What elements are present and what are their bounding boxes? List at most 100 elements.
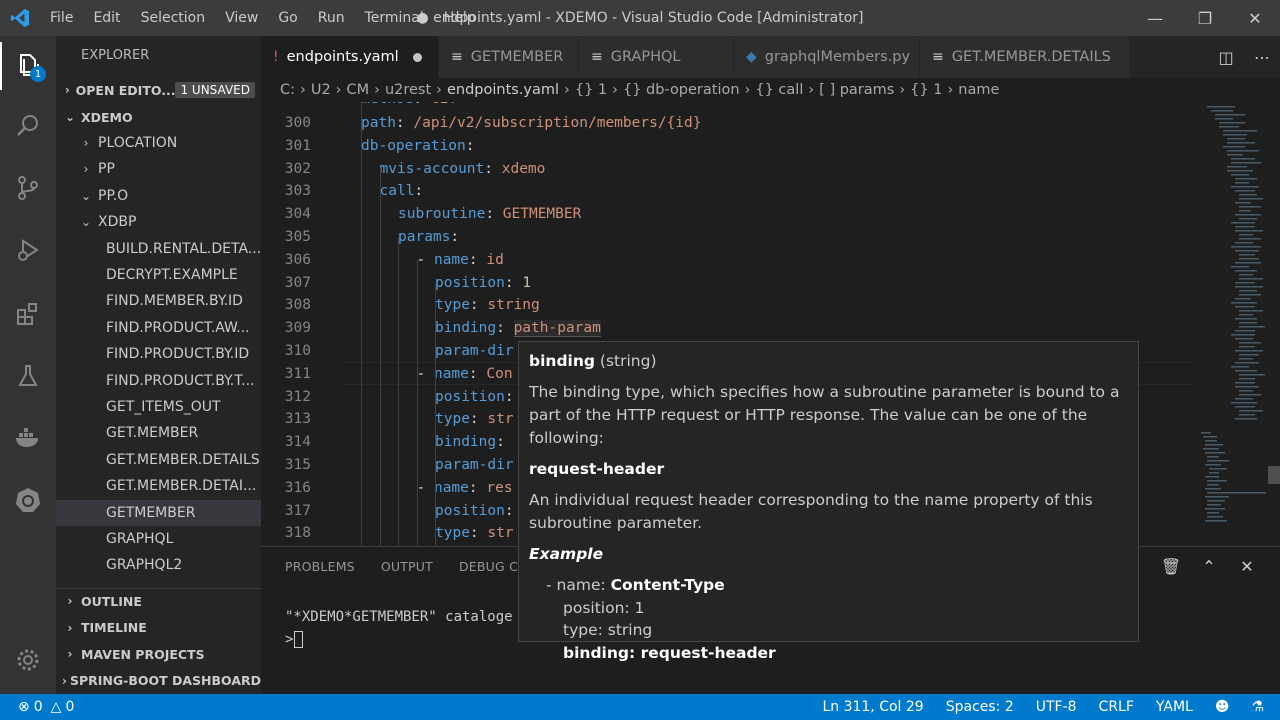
explorer-icon[interactable]: 1 — [0, 42, 56, 90]
bell-icon[interactable]: ⚗ — [1251, 699, 1264, 715]
breadcrumb-item[interactable]: {} 1 — [575, 82, 607, 98]
tree-item[interactable]: GET.MEMBER.DETAILS — [56, 447, 261, 473]
breadcrumb-item[interactable]: CM — [346, 82, 369, 98]
close-panel-icon[interactable]: ✕ — [1228, 557, 1266, 576]
breadcrumb-item[interactable]: name — [958, 82, 999, 98]
trash-icon[interactable]: 🗑 — [1152, 557, 1190, 576]
minimap[interactable] — [1197, 102, 1269, 546]
section-timeline[interactable]: › TIMELINE — [56, 615, 261, 641]
tab-getmember[interactable]: ≡ GETMEMBER — [439, 36, 579, 78]
line-number: 300 — [284, 115, 311, 131]
tree-item[interactable]: FIND.PRODUCT.BY.T... — [56, 368, 261, 394]
tree-item[interactable]: › PLOCATION — [56, 130, 261, 156]
more-actions-icon[interactable]: ⋯ — [1244, 48, 1280, 67]
tree-item[interactable]: GETMEMBER — [56, 499, 261, 526]
feedback-icon[interactable]: ☻ — [1215, 699, 1230, 715]
problems-status[interactable]: ⊗ 0 △ 0 — [18, 699, 74, 715]
breadcrumb-item[interactable]: [ ] params — [819, 82, 894, 98]
tree-item[interactable]: GET.MEMBER.DETAI... — [56, 473, 261, 499]
tree-item[interactable]: ⌄ XDBP — [56, 209, 261, 235]
tab-graphql[interactable]: ≡ GRAPHQL — [579, 36, 734, 78]
tree-item[interactable]: BUILD.RENTAL.DETA... — [56, 236, 261, 262]
line-endings[interactable]: CRLF — [1099, 699, 1134, 715]
kubernetes-icon[interactable] — [0, 476, 56, 524]
vscode-logo-icon — [0, 0, 40, 36]
breadcrumb-item[interactable]: {} 1 — [910, 82, 942, 98]
tree-item[interactable]: GET_ITEMS_OUT — [56, 394, 261, 420]
settings-gear-icon[interactable] — [0, 636, 56, 684]
tab-graphqlmembers-py[interactable]: ◆ graphqlMembers.py — [734, 36, 920, 78]
breadcrumb-item[interactable]: {} call — [755, 82, 803, 98]
split-editor-icon[interactable]: ◫ — [1208, 48, 1244, 67]
tree-item[interactable]: FIND.MEMBER.BY.ID — [56, 288, 261, 314]
open-editors-section[interactable]: › OPEN EDITO... 1 UNSAVED — [56, 77, 261, 103]
menu-help[interactable]: Help — [434, 0, 486, 36]
hover-example-code: - name: Content-Type position: 1 type: s… — [546, 576, 776, 662]
section-outline[interactable]: › OUTLINE — [56, 588, 261, 614]
line-number: 311 — [284, 365, 311, 382]
menu-run[interactable]: Run — [308, 0, 355, 36]
editor-scrollbar[interactable] — [1266, 102, 1280, 546]
tree-item[interactable]: GET.MEMBER — [56, 420, 261, 446]
encoding[interactable]: UTF-8 — [1036, 699, 1077, 715]
extensions-icon[interactable] — [0, 290, 56, 338]
language-mode[interactable]: YAML — [1156, 699, 1193, 715]
indentation[interactable]: Spaces: 2 — [946, 699, 1014, 715]
breadcrumb-item[interactable]: C: — [280, 82, 295, 98]
error-icon: ⊗ — [18, 699, 30, 715]
hover-option: request-header — [529, 460, 665, 478]
panel-tab-problems[interactable]: PROBLEMS — [285, 559, 355, 574]
unsaved-dot-icon[interactable] — [412, 52, 422, 62]
chevron-down-icon: ⌄ — [80, 215, 92, 230]
cursor-position[interactable]: Ln 311, Col 29 — [822, 699, 923, 715]
tree-item-label: DECRYPT.EXAMPLE — [106, 267, 238, 283]
restore-icon[interactable]: ❐ — [1180, 0, 1230, 36]
line-number: 313 — [284, 411, 311, 428]
chevron-right-icon: › — [564, 82, 570, 98]
unsaved-badge: 1 UNSAVED — [175, 82, 255, 98]
tree-item-label: GET_ITEMS_OUT — [106, 399, 221, 415]
tree-item[interactable]: GRAPHQL — [56, 526, 261, 552]
menu-view[interactable]: View — [215, 0, 268, 36]
minimize-icon[interactable]: — — [1130, 0, 1180, 36]
tab-endpoints-yaml[interactable]: ! endpoints.yaml — [261, 36, 439, 78]
section-spring-boot-dashboard[interactable]: › SPRING-BOOT DASHBOARD — [56, 668, 261, 694]
editor-tab-bar: ! endpoints.yaml ≡ GETMEMBER ≡ GRAPHQL ◆ graphq… — [261, 36, 1280, 78]
tab-get-member-details[interactable]: ≡ GET.MEMBER.DETAILS — [920, 36, 1130, 78]
panel-tab-output[interactable]: OUTPUT — [381, 559, 433, 574]
file-icon: ◆ — [746, 49, 757, 65]
chevron-up-icon[interactable]: ⌃ — [1190, 557, 1228, 576]
line-number: 302 — [284, 160, 311, 177]
menu-bar: File Edit Selection View Go Run Terminal Help — [40, 0, 486, 36]
tree-item[interactable]: ⌄ PP.O — [56, 183, 261, 209]
menu-edit[interactable]: Edit — [83, 0, 130, 36]
breadcrumb-item[interactable]: {} db-operation — [623, 82, 740, 98]
menu-file[interactable]: File — [40, 0, 83, 36]
code-line: 305 params: — [261, 226, 1201, 249]
tree-item[interactable]: FIND.PRODUCT.BY.ID — [56, 341, 261, 367]
run-debug-icon[interactable] — [0, 226, 56, 274]
breadcrumb-item[interactable]: U2 — [311, 82, 331, 98]
partial-line: method: GET — [261, 102, 1201, 111]
section-maven-projects[interactable]: › MAVEN PROJECTS — [56, 641, 261, 667]
breadcrumb-item[interactable]: u2rest — [385, 82, 431, 98]
tree-item[interactable]: DECRYPT.EXAMPLE — [56, 262, 261, 288]
menu-selection[interactable]: Selection — [131, 0, 216, 36]
hover-tooltip: binding (string) The binding type, which… — [518, 341, 1139, 662]
code-line: 306- name: id — [261, 249, 1201, 272]
tree-item-label: PP — [98, 161, 115, 178]
terminal-output: "*XDEMO*GETMEMBER" cataloge — [285, 609, 513, 625]
testing-icon[interactable] — [0, 352, 56, 400]
source-control-icon[interactable] — [0, 164, 56, 212]
workspace-section[interactable]: ⌄ XDEMO — [56, 104, 261, 130]
tree-item[interactable]: GRAPHQL2 — [56, 552, 261, 578]
docker-icon[interactable] — [0, 414, 56, 462]
menu-go[interactable]: Go — [268, 0, 307, 36]
breadcrumb-item[interactable]: endpoints.yaml — [447, 82, 559, 98]
terminal-prompt[interactable]: > — [285, 631, 304, 648]
close-window-icon[interactable]: ✕ — [1230, 0, 1280, 36]
tree-item[interactable]: › PP — [56, 156, 261, 182]
search-icon[interactable] — [0, 102, 56, 150]
tree-item[interactable]: FIND.PRODUCT.AW... — [56, 315, 261, 341]
menu-terminal[interactable]: Terminal — [355, 0, 434, 36]
